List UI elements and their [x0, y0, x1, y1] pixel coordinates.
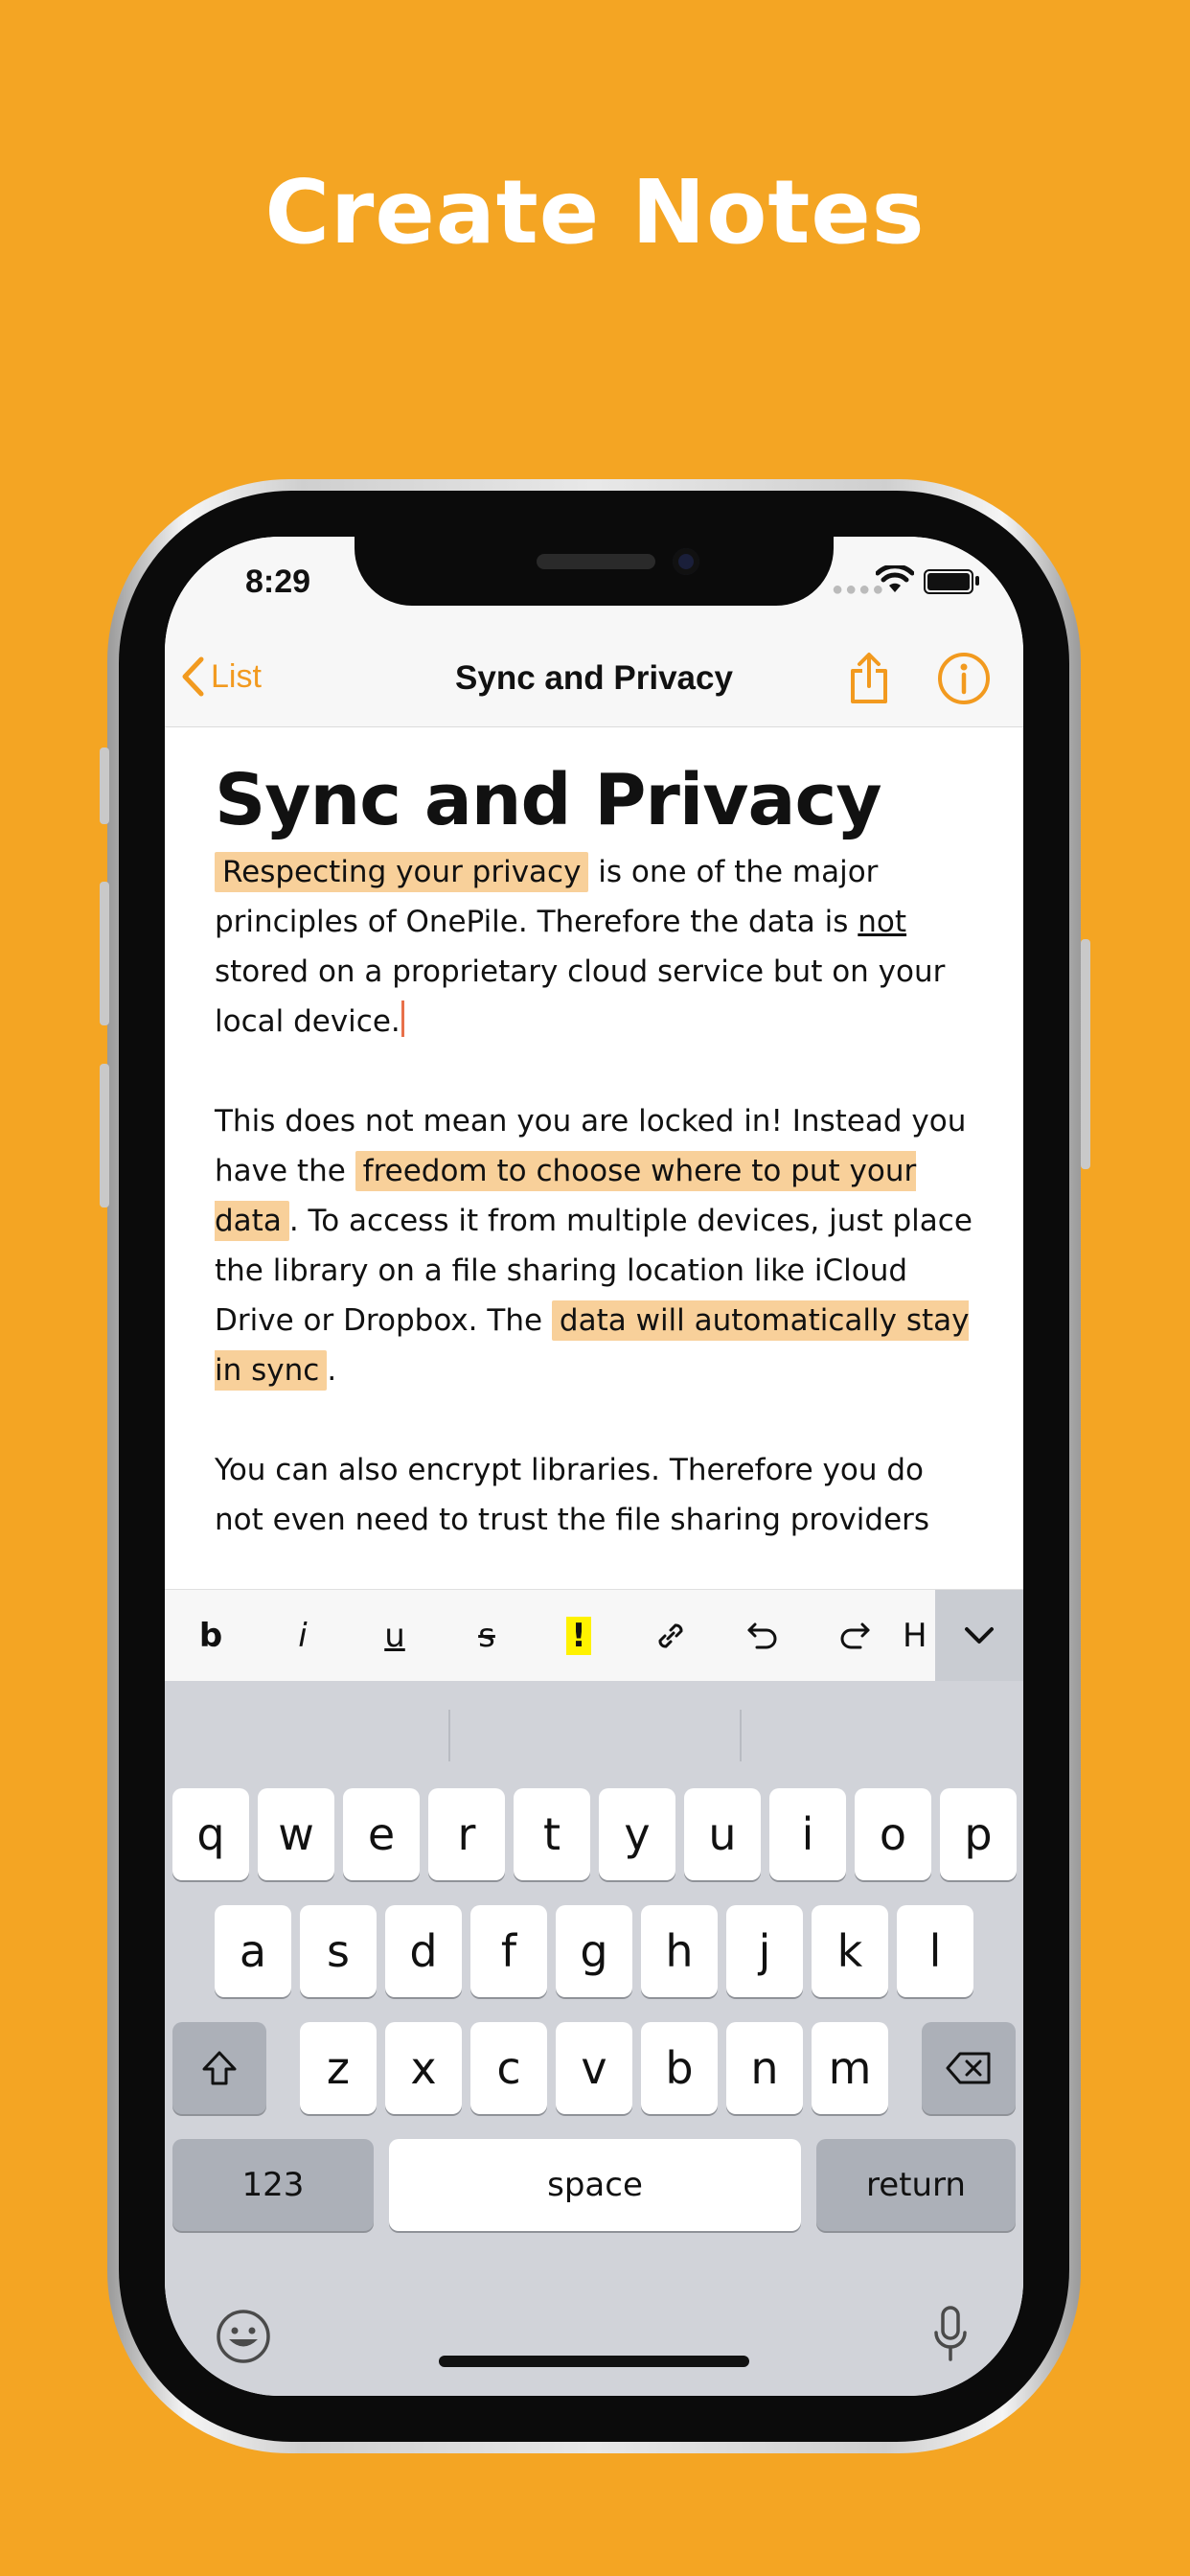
back-button[interactable]: List	[180, 656, 262, 698]
status-time: 8:29	[245, 564, 311, 600]
text-run[interactable]: stored on a proprietary cloud service bu…	[215, 954, 945, 1039]
suggestion-divider	[740, 1710, 742, 1761]
note-editor[interactable]: Sync and Privacy Respecting your privacy…	[215, 759, 981, 1595]
undo-icon	[747, 1622, 777, 1649]
underlined-text[interactable]: not	[858, 905, 906, 939]
navigation-bar: List Sync and Privacy	[165, 632, 1023, 727]
key-m[interactable]: m	[812, 2022, 888, 2114]
note-paragraph-1[interactable]: Respecting your privacy is one of the ma…	[215, 847, 981, 1046]
text-run[interactable]: You can also encrypt libraries. Therefor…	[215, 1453, 929, 1537]
key-r[interactable]: r	[428, 1788, 505, 1880]
highlight-button[interactable]: !	[540, 1590, 617, 1682]
key-s[interactable]: s	[300, 1905, 377, 1997]
shift-key[interactable]	[172, 2022, 266, 2114]
delete-key[interactable]	[922, 2022, 1016, 2114]
return-key[interactable]: return	[816, 2139, 1016, 2231]
key-a[interactable]: a	[215, 1905, 291, 1997]
underline-button[interactable]: u	[356, 1590, 433, 1682]
italic-button[interactable]: i	[264, 1590, 341, 1682]
front-camera	[673, 548, 699, 575]
headline: Create Notes	[264, 161, 926, 264]
format-toolbar: b i u s ! H	[165, 1589, 1023, 1682]
key-g[interactable]: g	[556, 1905, 632, 1997]
key-w[interactable]: w	[258, 1788, 334, 1880]
space-key[interactable]: space	[389, 2139, 801, 2231]
emoji-icon[interactable]	[215, 2308, 272, 2365]
heading-button[interactable]: H	[903, 1590, 935, 1682]
suggestion-bar	[165, 1681, 1023, 1773]
undo-button[interactable]	[724, 1590, 801, 1682]
numbers-key[interactable]: 123	[172, 2139, 374, 2231]
key-y[interactable]: y	[599, 1788, 675, 1880]
key-d[interactable]: d	[385, 1905, 462, 1997]
redo-icon	[840, 1622, 870, 1649]
key-f[interactable]: f	[470, 1905, 547, 1997]
keyboard: q w e r t y u i o p a s d f g h j k l z …	[165, 1681, 1023, 2396]
volume-up-button	[100, 882, 109, 1025]
chevron-left-icon	[182, 656, 204, 697]
key-j[interactable]: j	[726, 1905, 803, 1997]
key-h[interactable]: h	[641, 1905, 718, 1997]
share-icon	[851, 653, 887, 703]
hide-keyboard-button[interactable]	[935, 1590, 1023, 1682]
nav-title: Sync and Privacy	[455, 659, 733, 697]
power-button	[1081, 939, 1090, 1169]
key-b[interactable]: b	[641, 2022, 718, 2114]
phone-screen: 8:29 ●●●● List Sync and Privacy Sync and…	[165, 537, 1023, 2396]
note-paragraph-2[interactable]: This does not mean you are locked in! In…	[215, 1096, 981, 1395]
link-icon	[658, 1623, 683, 1648]
microphone-icon[interactable]	[931, 2304, 970, 2365]
note-title[interactable]: Sync and Privacy	[215, 759, 981, 841]
key-x[interactable]: x	[385, 2022, 462, 2114]
key-v[interactable]: v	[556, 2022, 632, 2114]
backspace-icon	[946, 2052, 991, 2084]
info-icon	[938, 653, 990, 704]
key-k[interactable]: k	[812, 1905, 888, 1997]
text-cursor	[400, 1000, 404, 1037]
info-button[interactable]	[937, 652, 991, 710]
text-run[interactable]: .	[327, 1353, 336, 1388]
back-button-label: List	[211, 657, 262, 695]
battery-cap	[975, 576, 979, 586]
key-i[interactable]: i	[769, 1788, 846, 1880]
key-q[interactable]: q	[172, 1788, 249, 1880]
redo-button[interactable]	[816, 1590, 893, 1682]
notch	[355, 537, 834, 606]
key-t[interactable]: t	[514, 1788, 590, 1880]
key-l[interactable]: l	[897, 1905, 973, 1997]
battery-icon	[924, 569, 973, 594]
link-button[interactable]	[632, 1590, 709, 1682]
key-c[interactable]: c	[470, 2022, 547, 2114]
chevron-down-icon	[965, 1627, 994, 1644]
bold-button[interactable]: b	[172, 1590, 249, 1682]
wifi-icon	[875, 564, 915, 599]
key-z[interactable]: z	[300, 2022, 377, 2114]
highlight-label: !	[566, 1617, 591, 1655]
shift-icon	[202, 2051, 237, 2085]
key-p[interactable]: p	[940, 1788, 1017, 1880]
volume-down-button	[100, 1064, 109, 1208]
suggestion-divider	[448, 1710, 450, 1761]
key-u[interactable]: u	[684, 1788, 761, 1880]
key-e[interactable]: e	[343, 1788, 420, 1880]
highlighted-text[interactable]: Respecting your privacy	[215, 852, 589, 892]
mute-switch	[100, 748, 109, 824]
note-paragraph-3[interactable]: You can also encrypt libraries. Therefor…	[215, 1445, 981, 1545]
speaker-grille	[537, 554, 655, 569]
key-o[interactable]: o	[855, 1788, 931, 1880]
strikethrough-button[interactable]: s	[448, 1590, 525, 1682]
keyboard-bottom-bar	[165, 2275, 1023, 2390]
home-indicator[interactable]	[439, 2356, 749, 2367]
key-n[interactable]: n	[726, 2022, 803, 2114]
share-button[interactable]	[847, 652, 891, 710]
